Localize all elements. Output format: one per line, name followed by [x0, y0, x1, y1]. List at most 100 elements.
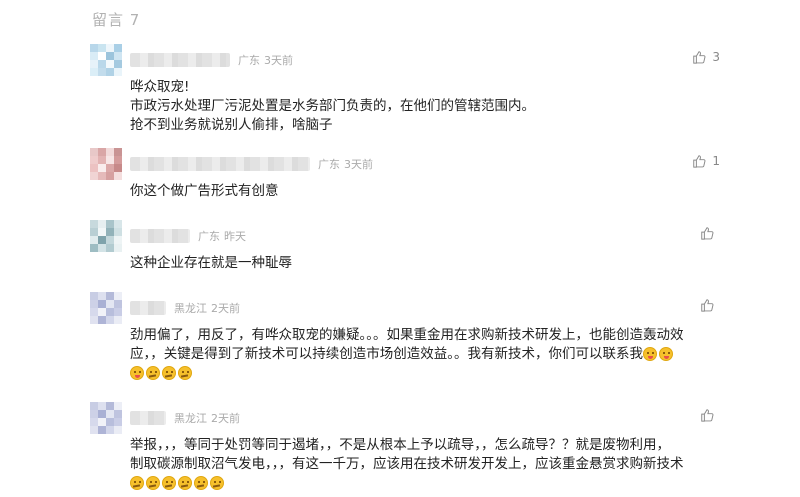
like-button[interactable]: 3	[692, 50, 720, 64]
squinting-tongue-emoji	[643, 347, 657, 361]
comment-time: 2天前	[211, 302, 240, 315]
avatar-pixel	[114, 164, 122, 172]
avatar-pixel	[90, 244, 98, 252]
avatar-pixel	[114, 68, 122, 76]
comment-text-line: 劲用偏了，用反了，有哗众取宠的嫌疑。。。如果重金用在求购新技术研发上，也能创造轰…	[130, 327, 684, 343]
username-blurred[interactable]	[130, 229, 190, 243]
squinting-tongue-emoji	[130, 366, 144, 380]
avatar-pixel	[114, 308, 122, 316]
avatar-pixel	[90, 68, 98, 76]
avatar-pixel	[98, 292, 106, 300]
thinking-emoji	[130, 476, 144, 490]
username-blurred[interactable]	[130, 157, 310, 171]
comment-meta: 黑龙江 2天前	[130, 408, 240, 428]
comment-item: 黑龙江 2天前 劲用偏了，用反了，有哗众取宠的嫌疑。。。如果重金用在求购新技术研…	[90, 292, 720, 392]
comment-time: 3天前	[264, 54, 293, 67]
thumbs-up-icon	[701, 299, 714, 312]
avatar-pixel	[90, 402, 98, 410]
comment-body: 你这个做广告形式有创意	[130, 182, 720, 201]
comment-item: 广东 3天前 1 你这个做广告形式有创意	[90, 148, 720, 204]
comment-body: 这种企业存在就是一种耻辱	[130, 254, 720, 273]
avatar-pixel	[90, 308, 98, 316]
comment-text-line: 应，，关键是得到了新技术可以持续创造市场创造效益。。我有新技术，你们可以联系我	[130, 345, 720, 364]
avatar-pixel	[98, 164, 106, 172]
avatar-pixel	[90, 44, 98, 52]
username-blurred[interactable]	[130, 411, 166, 425]
comment-body: 哗众取宠! 市政污水处理厂污泥处置是水务部门负责的，在他们的管辖范围内。 抢不到…	[130, 78, 720, 135]
avatar-pixel	[98, 300, 106, 308]
avatar-pixel	[90, 228, 98, 236]
avatar[interactable]	[90, 220, 122, 252]
avatar-pixel	[114, 60, 122, 68]
avatar-pixel	[90, 418, 98, 426]
comment-meta: 广东 3天前	[130, 50, 293, 70]
avatar-pixel	[98, 44, 106, 52]
avatar-pixel	[90, 292, 98, 300]
thinking-emoji	[162, 366, 176, 380]
avatar-pixel	[98, 148, 106, 156]
avatar-pixel	[98, 220, 106, 228]
avatar-pixel	[98, 60, 106, 68]
avatar[interactable]	[90, 292, 122, 324]
thumbs-up-icon	[701, 227, 714, 240]
thumbs-up-icon	[701, 409, 714, 422]
username-blurred[interactable]	[130, 53, 230, 67]
avatar-pixel	[106, 164, 114, 172]
like-button[interactable]	[700, 408, 720, 422]
thumbs-up-icon	[693, 155, 706, 168]
thinking-emoji	[210, 476, 224, 490]
comment-location: 黑龙江	[174, 302, 207, 315]
comment-meta: 黑龙江 2天前	[130, 298, 240, 318]
avatar-pixel	[90, 236, 98, 244]
like-button[interactable]	[700, 298, 720, 312]
avatar-pixel	[106, 228, 114, 236]
avatar-pixel	[106, 292, 114, 300]
thumbs-up-icon	[693, 51, 706, 64]
username-blurred[interactable]	[130, 301, 166, 315]
avatar[interactable]	[90, 148, 122, 180]
avatar-pixel	[98, 308, 106, 316]
comment-location: 广东	[198, 230, 220, 243]
avatar-pixel	[90, 156, 98, 164]
avatar-pixel	[90, 164, 98, 172]
avatar-pixel	[98, 410, 106, 418]
avatar-pixel	[98, 418, 106, 426]
comment-text-line: 这种企业存在就是一种耻辱	[130, 255, 292, 271]
avatar-pixel	[114, 316, 122, 324]
avatar-pixel	[106, 156, 114, 164]
avatar-pixel	[98, 244, 106, 252]
comments-header: 留言 7	[92, 11, 141, 29]
avatar[interactable]	[90, 402, 122, 434]
avatar-pixel	[98, 236, 106, 244]
avatar-pixel	[90, 60, 98, 68]
avatar-pixel	[106, 410, 114, 418]
comment-text-line: 你这个做广告形式有创意	[130, 183, 279, 199]
thinking-emoji	[178, 476, 192, 490]
avatar-pixel	[98, 52, 106, 60]
avatar-pixel	[90, 316, 98, 324]
comment-location: 广东	[238, 54, 260, 67]
avatar-pixel	[106, 418, 114, 426]
avatar-pixel	[106, 148, 114, 156]
thinking-emoji	[162, 476, 176, 490]
avatar-pixel	[98, 228, 106, 236]
thinking-emoji	[178, 366, 192, 380]
avatar-pixel	[106, 426, 114, 434]
avatar-pixel	[90, 220, 98, 228]
comment-text-line: 哗众取宠!	[130, 79, 190, 95]
comment-location: 黑龙江	[174, 412, 207, 425]
avatar-pixel	[98, 156, 106, 164]
comment-text-line: 抢不到业务就说别人偷排，啥脑子	[130, 117, 333, 133]
avatar-pixel	[90, 172, 98, 180]
emoji-line	[130, 364, 720, 383]
avatar-pixel	[114, 228, 122, 236]
avatar[interactable]	[90, 44, 122, 76]
comment-time: 3天前	[344, 158, 373, 171]
emoji-line	[130, 474, 720, 493]
avatar-pixel	[114, 426, 122, 434]
like-button[interactable]: 1	[692, 154, 720, 168]
avatar-pixel	[106, 244, 114, 252]
avatar-pixel	[114, 244, 122, 252]
avatar-pixel	[90, 426, 98, 434]
like-button[interactable]	[700, 226, 720, 240]
